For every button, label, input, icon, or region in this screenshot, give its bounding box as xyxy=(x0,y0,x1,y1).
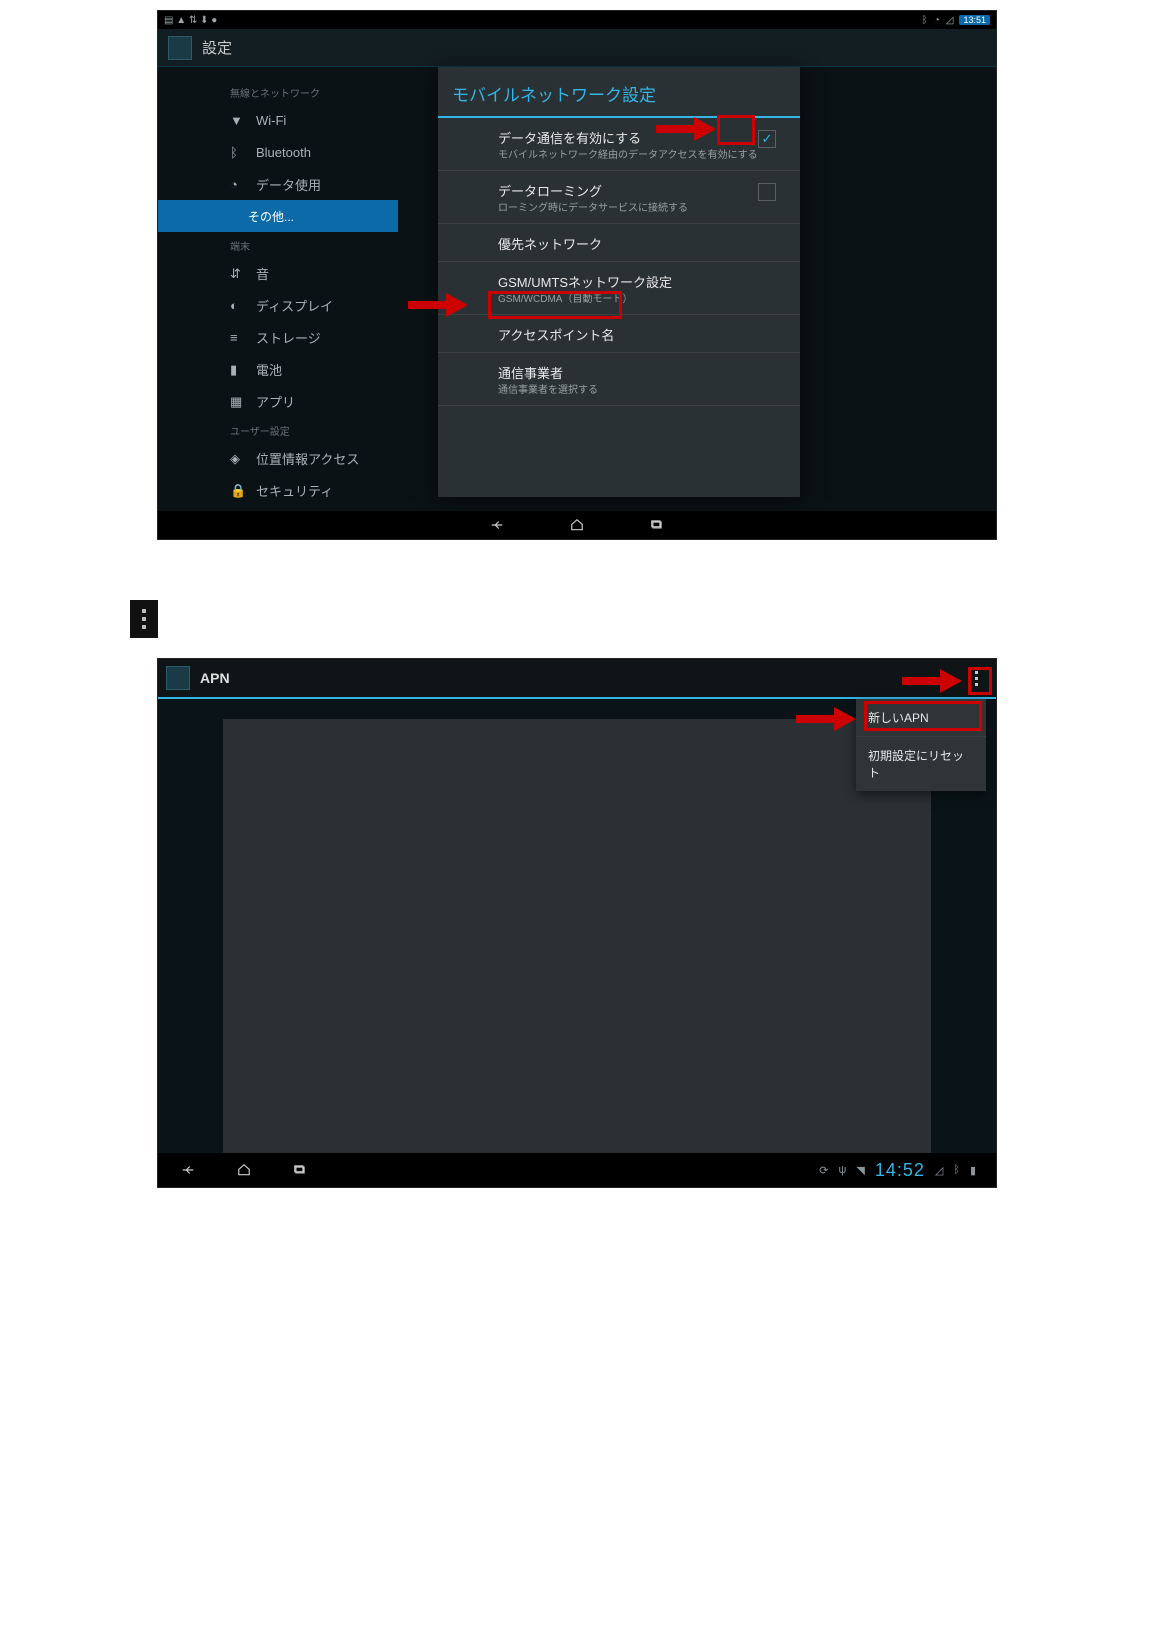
sidebar-item-bluetooth[interactable]: ᛒ Bluetooth xyxy=(158,136,398,168)
dialog-item-title: GSM/UMTSネットワーク設定 xyxy=(498,272,786,291)
battery-icon: ▮ xyxy=(970,1164,976,1177)
settings-app-icon xyxy=(168,36,192,60)
checkbox-enable-data[interactable]: ✓ xyxy=(758,130,776,148)
sidebar-label: データ使用 xyxy=(256,175,321,194)
sync-icon: ● xyxy=(211,15,217,26)
download-icon: ⬇ xyxy=(200,15,208,26)
back-button[interactable] xyxy=(178,1163,198,1177)
sidebar-label: その他... xyxy=(248,208,294,225)
annotation-arrow-overflow xyxy=(902,669,962,693)
sidebar-label: ストレージ xyxy=(256,328,321,347)
sidebar-item-storage[interactable]: ≡ ストレージ xyxy=(158,321,398,353)
dialog-item-apn[interactable]: アクセスポイント名 xyxy=(438,315,800,353)
dialog-item-roaming[interactable]: データローミング ローミング時にデータサービスに接続する xyxy=(438,171,800,224)
app-title: 設定 xyxy=(202,37,232,58)
sidebar-item-sound[interactable]: ⇵ 音 xyxy=(158,257,398,289)
system-nav-bar: ⟳ ψ ◥ 14:52 ◿ ᛒ ▮ xyxy=(158,1153,996,1187)
app-bar: 設定 xyxy=(158,29,996,67)
sound-icon: ⇵ xyxy=(230,266,244,280)
sidebar-label: 電池 xyxy=(256,360,282,379)
overflow-menu-icon-sample xyxy=(130,600,158,638)
sync-icon: ⟳ xyxy=(819,1164,828,1177)
annotation-box-new-apn xyxy=(864,701,982,731)
signal-icon: ◿ xyxy=(946,15,954,26)
dialog-item-sub: モバイルネットワーク経由のデータアクセスを有効にする xyxy=(498,149,786,162)
three-dots-icon xyxy=(142,609,146,629)
app-title: APN xyxy=(200,670,230,686)
dialog-item-preferred-network[interactable]: 優先ネットワーク xyxy=(438,224,800,262)
bt-icon: ᛒ xyxy=(953,1164,960,1176)
sidebar-label: Bluetooth xyxy=(256,145,311,160)
back-button[interactable] xyxy=(487,518,507,532)
settings-sidebar: 無線とネットワーク ▼ Wi-Fi ᛒ Bluetooth ◔ データ使用 その… xyxy=(158,67,398,511)
signal-icon: ◿ xyxy=(935,1164,943,1177)
bt-icon: ᛒ xyxy=(922,15,928,26)
sidebar-item-battery[interactable]: ▮ 電池 xyxy=(158,353,398,385)
battery-icon: ▮ xyxy=(230,362,244,376)
sidebar-item-more[interactable]: その他... xyxy=(158,200,398,232)
sd-icon: ▤ xyxy=(164,15,173,26)
wifi-icon: ◥ xyxy=(856,1164,864,1177)
dialog-item-carrier[interactable]: 通信事業者 通信事業者を選択する xyxy=(438,353,800,406)
system-nav-bar xyxy=(158,511,996,539)
recent-button[interactable] xyxy=(290,1163,310,1177)
usb-icon: ψ xyxy=(839,1164,847,1176)
checkbox-roaming[interactable] xyxy=(758,183,776,201)
status-icons-left: ▤ ▲ ⇅ ⬇ ● xyxy=(164,15,217,26)
annotation-box-checkbox xyxy=(717,115,755,145)
screenshot-apn-list: APN 新しいAPN 初期設定にリセット ⟳ ψ ◥ 14:52 ◿ ᛒ xyxy=(157,658,997,1188)
dialog-item-sub: 通信事業者を選択する xyxy=(498,384,786,397)
wifi-icon: ▼ xyxy=(230,113,244,127)
data-icon: ◔ xyxy=(230,177,244,191)
sidebar-item-security[interactable]: 🔒 セキュリティ xyxy=(158,474,398,506)
annotation-arrow-new-apn xyxy=(796,707,856,731)
sidebar-item-apps[interactable]: ▦ アプリ xyxy=(158,385,398,417)
annotation-arrow-checkbox xyxy=(656,117,716,141)
home-button[interactable] xyxy=(567,518,587,532)
display-icon: ◐ xyxy=(230,298,244,312)
sidebar-item-data-usage[interactable]: ◔ データ使用 xyxy=(158,168,398,200)
sidebar-label: アプリ xyxy=(256,392,295,411)
annotation-arrow-apn xyxy=(408,293,468,317)
usb-icon: ⇅ xyxy=(189,15,197,26)
recent-button[interactable] xyxy=(647,518,667,532)
lock-icon: 🔒 xyxy=(230,483,244,497)
dialog-item-sub: ローミング時にデータサービスに接続する xyxy=(498,202,786,215)
sidebar-label: 位置情報アクセス xyxy=(256,449,359,468)
screenshot-settings-mobile-network: ▤ ▲ ⇅ ⬇ ● ᛒ ◔ ◿ 13:51 設定 無線とネットワーク ▼ Wi-… xyxy=(157,10,997,540)
dialog-item-title: 通信事業者 xyxy=(498,363,786,382)
sidebar-label: Wi-Fi xyxy=(256,113,286,128)
home-button[interactable] xyxy=(234,1163,254,1177)
location-icon: ◈ xyxy=(230,451,244,465)
dialog-item-title: 優先ネットワーク xyxy=(498,234,786,253)
section-personal: ユーザー設定 xyxy=(158,417,398,442)
clock: 13:51 xyxy=(959,15,990,25)
status-icons-right: ᛒ ◔ ◿ 13:51 xyxy=(922,15,990,26)
sidebar-item-wifi[interactable]: ▼ Wi-Fi xyxy=(158,104,398,136)
warning-icon: ▲ xyxy=(176,15,186,26)
section-wireless: 無線とネットワーク xyxy=(158,79,398,104)
settings-app-icon xyxy=(166,666,190,690)
annotation-box-apn xyxy=(488,291,622,319)
app-bar-apn: APN xyxy=(158,659,996,699)
section-device: 端末 xyxy=(158,232,398,257)
apn-list-panel xyxy=(223,719,931,1153)
sidebar-label: 音 xyxy=(256,264,269,283)
sidebar-label: ディスプレイ xyxy=(256,296,333,315)
sidebar-label: セキュリティ xyxy=(256,481,333,500)
status-bar: ▤ ▲ ⇅ ⬇ ● ᛒ ◔ ◿ 13:51 xyxy=(158,11,996,29)
clock: 14:52 xyxy=(875,1160,925,1181)
bluetooth-icon: ᛒ xyxy=(230,145,244,159)
apps-icon: ▦ xyxy=(230,394,244,408)
dialog-item-title: アクセスポイント名 xyxy=(498,325,786,344)
dropdown-item-reset[interactable]: 初期設定にリセット xyxy=(856,737,986,791)
alarm-icon: ◔ xyxy=(934,15,940,26)
sidebar-item-location[interactable]: ◈ 位置情報アクセス xyxy=(158,442,398,474)
dialog-title: モバイルネットワーク設定 xyxy=(438,67,800,118)
sidebar-item-display[interactable]: ◐ ディスプレイ xyxy=(158,289,398,321)
storage-icon: ≡ xyxy=(230,330,244,344)
dialog-item-title: データローミング xyxy=(498,181,786,200)
annotation-box-overflow xyxy=(968,667,992,695)
